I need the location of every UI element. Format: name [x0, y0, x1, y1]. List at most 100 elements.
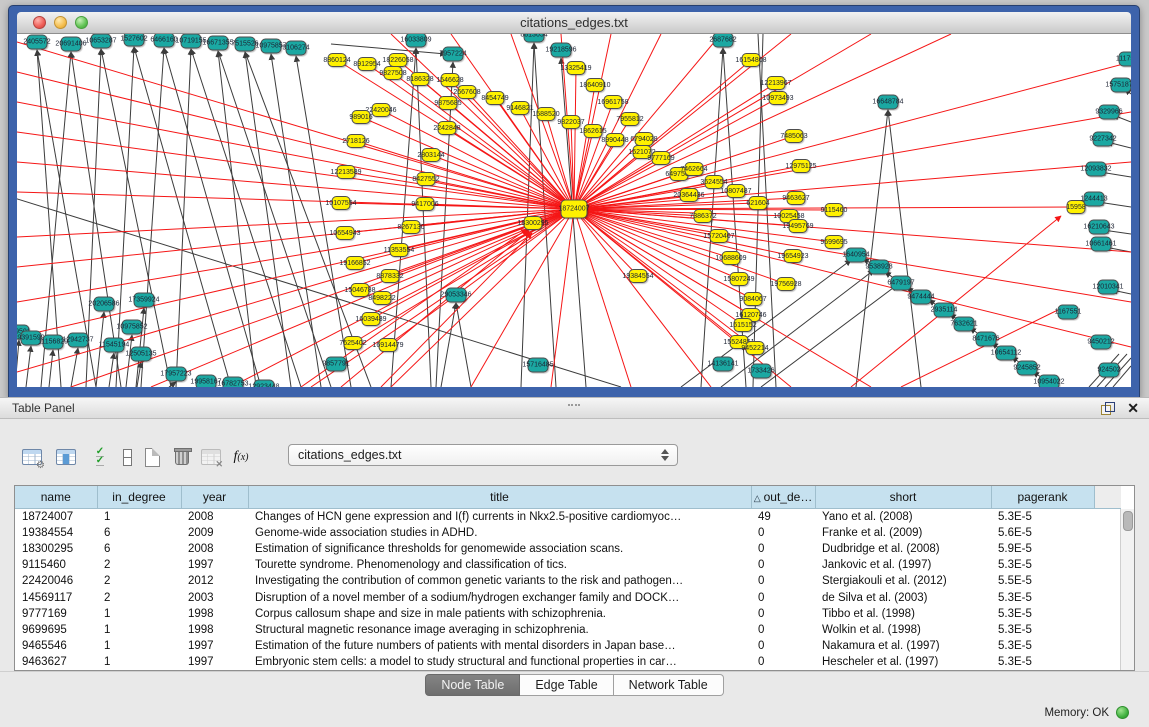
network-canvas[interactable]: 1872400788601248912954182260589827508818… [17, 34, 1131, 387]
graph-node[interactable]: 16671355 [208, 36, 229, 51]
graph-node[interactable]: 20206586 [94, 297, 115, 312]
graph-node[interactable]: 1117536 [1119, 52, 1132, 67]
graph-node[interactable]: 3624554 [705, 175, 724, 189]
column-header-title[interactable]: title [248, 486, 751, 509]
graph-node[interactable]: 18724007 [561, 200, 588, 219]
graph-node[interactable]: 1546628 [441, 73, 460, 87]
graph-node[interactable]: 29053346 [446, 288, 467, 303]
graph-node[interactable]: 1733426 [751, 364, 772, 379]
table-row[interactable]: 1830029562008Estimation of significance … [15, 541, 1121, 557]
graph-node[interactable]: 19654923 [784, 249, 803, 263]
table-row[interactable]: 946554611997Estimation of the future num… [15, 638, 1121, 654]
graph-node[interactable]: 9699695 [825, 235, 844, 249]
table-row[interactable]: 1456911722003Disruption of a novel membe… [15, 589, 1121, 605]
graph-node[interactable]: 1244413 [1084, 192, 1105, 207]
graph-node[interactable]: 8454749 [486, 91, 505, 105]
graph-node[interactable]: 8471676 [976, 332, 997, 347]
graph-node[interactable]: 9827508 [384, 66, 403, 80]
graph-node[interactable]: 7515526 [235, 37, 256, 52]
column-header-short[interactable]: short [815, 486, 991, 509]
table-row[interactable]: 946362711997Embryonic stem cells: a mode… [15, 654, 1121, 670]
graph-node[interactable]: 8498222 [373, 291, 392, 305]
graph-node[interactable]: 11156829 [43, 335, 64, 350]
graph-node[interactable]: 1862615 [584, 124, 603, 138]
graph-node[interactable]: 2405572 [27, 35, 48, 50]
graph-node[interactable]: 12505135 [131, 347, 152, 362]
tab-network-table[interactable]: Network Table [614, 674, 724, 696]
graph-node[interactable]: 17957223 [166, 367, 187, 382]
graph-node[interactable]: 20364436 [680, 188, 699, 202]
table-row[interactable]: 1872400712008Changes of HCN gene express… [15, 509, 1121, 526]
graph-node[interactable]: 15046788 [351, 283, 370, 297]
new-table-icon[interactable] [138, 443, 166, 471]
graph-node[interactable]: 19495769 [789, 219, 808, 233]
graph-node[interactable]: 6466160 [154, 34, 175, 48]
graph-node[interactable]: 16154808 [742, 53, 761, 67]
graph-node[interactable]: 16210643 [1089, 220, 1110, 235]
graph-node[interactable]: 16914479 [379, 338, 398, 352]
column-header-out_de[interactable]: △out_de… [751, 486, 815, 509]
graph-node[interactable]: 7957224 [443, 47, 464, 62]
graph-node[interactable]: 8427552 [417, 172, 436, 186]
graph-node[interactable]: 2667608 [458, 85, 477, 99]
graph-node[interactable]: 12213967 [767, 76, 786, 90]
graph-node[interactable]: 10975852 [122, 320, 143, 335]
graph-node[interactable]: 18300295 [524, 216, 543, 230]
graph-node[interactable]: 19958167 [196, 375, 217, 388]
table-row[interactable]: 977716911998Corpus callosum shape and si… [15, 606, 1121, 622]
graph-node[interactable]: 9875685 [439, 96, 458, 110]
graph-node[interactable]: 10653287 [91, 34, 112, 49]
graph-node[interactable]: 17359924 [134, 293, 155, 308]
graph-node[interactable]: 9450212 [1091, 335, 1112, 350]
graph-node[interactable]: 13325419 [567, 61, 586, 75]
graph-node[interactable]: 2718126 [347, 134, 366, 148]
graph-node[interactable]: 15716485 [528, 358, 549, 373]
graph-node[interactable]: 8813054 [524, 34, 545, 43]
graph-node[interactable]: 8860124 [328, 53, 347, 67]
graph-node[interactable]: 1588520 [537, 107, 556, 121]
graph-node[interactable]: 16782753 [223, 377, 244, 388]
clear-table-icon[interactable]: ✕ [197, 443, 225, 471]
graph-node[interactable]: 9084067 [744, 292, 763, 306]
graph-node[interactable]: 9538928 [869, 260, 890, 275]
graph-node[interactable]: 924502 [1099, 363, 1120, 378]
graph-node[interactable]: 9474444 [911, 290, 932, 305]
table-row[interactable]: 969969511998Structural magnetic resonanc… [15, 622, 1121, 638]
graph-node[interactable]: 9452214 [746, 341, 765, 355]
graph-node[interactable]: 10719155 [181, 34, 202, 49]
graph-node[interactable]: 16039489 [362, 312, 381, 326]
graph-node[interactable]: 8186328 [411, 72, 430, 86]
float-panel-icon[interactable] [1101, 402, 1115, 415]
tab-node-table[interactable]: Node Table [425, 674, 520, 696]
graph-node[interactable]: 16961758 [604, 95, 623, 109]
merge-rows-icon[interactable] [113, 443, 141, 471]
graph-node[interactable]: 14136141 [713, 357, 734, 372]
graph-node[interactable]: 9463627 [787, 191, 806, 205]
graph-node[interactable]: 10954022 [1039, 375, 1060, 388]
graph-node[interactable]: 10661461 [1091, 237, 1112, 252]
graph-node[interactable]: 989016 [352, 110, 371, 124]
graph-node[interactable]: 9822037 [562, 115, 581, 129]
graph-node[interactable]: 9115460 [825, 203, 844, 217]
close-panel-icon[interactable]: ✕ [1127, 400, 1139, 417]
select-column-icon[interactable] [52, 443, 80, 471]
graph-node[interactable]: 11353554 [390, 243, 409, 257]
graph-node[interactable]: 1527602 [124, 34, 145, 47]
graph-node[interactable]: 12213589 [337, 165, 356, 179]
graph-node[interactable]: 2242848 [438, 121, 457, 135]
table-selector-dropdown[interactable]: citations_edges.txt [288, 444, 678, 466]
graph-node[interactable]: 9329966 [1099, 105, 1120, 120]
graph-node[interactable]: 10975857 [261, 39, 282, 54]
graph-node[interactable]: 2803144 [422, 148, 441, 162]
graph-node[interactable]: 20691406 [61, 37, 82, 52]
graph-node[interactable]: 19166852 [346, 256, 365, 270]
column-header-pagerank[interactable]: pagerank [991, 486, 1094, 509]
graph-node[interactable]: 6479197 [891, 276, 912, 291]
table-settings-icon[interactable]: ⚙ [18, 443, 46, 471]
graph-node[interactable]: 10654112 [996, 346, 1017, 361]
graph-node[interactable]: 10107554 [332, 196, 351, 210]
graph-node[interactable]: 1621072 [633, 145, 652, 159]
graph-node[interactable]: 8990448 [606, 133, 625, 147]
table-row[interactable]: 2242004622012Investigating the contribut… [15, 573, 1121, 589]
graph-node[interactable]: 19218596 [551, 43, 572, 58]
